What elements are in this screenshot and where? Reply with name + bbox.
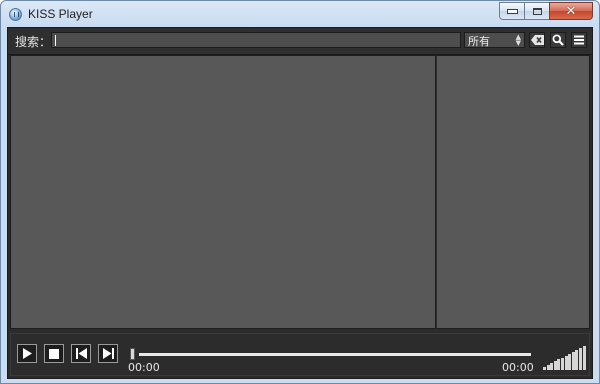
next-button[interactable] [98,344,118,363]
volume-bar [575,349,579,370]
volume-bar [571,351,575,370]
previous-button[interactable] [71,344,91,363]
video-display-panel[interactable] [10,55,436,329]
volume-bar [579,348,582,370]
volume-bar [561,357,564,370]
next-icon [102,348,114,359]
menu-button[interactable] [571,32,587,48]
volume-bar [546,365,550,370]
player-client-area: 搜索： 所有 ▲ ▼ 00:00 00:00 [7,27,593,379]
window-title: KISS Player [28,7,93,21]
close-icon: ✕ [565,3,577,19]
playback-controls: 00:00 00:00 [10,333,590,376]
volume-control[interactable] [541,334,587,376]
clear-search-button[interactable] [529,32,545,48]
app-logo-icon [9,8,22,21]
seek-handle[interactable] [130,348,135,360]
maximize-icon [532,7,542,15]
window-controls: ✕ [499,2,593,22]
volume-bar [550,363,554,370]
play-button[interactable] [17,344,37,363]
search-label: 搜索： [15,35,52,49]
minimize-button[interactable] [499,2,525,20]
search-icon [552,34,564,46]
maximize-button[interactable] [524,2,550,20]
current-time: 00:00 [128,361,160,374]
clear-backspace-icon [530,35,544,45]
seek-bar[interactable] [139,353,531,356]
volume-bar [543,367,546,370]
playlist-panel[interactable] [436,55,590,329]
minimize-icon [506,8,518,14]
stop-icon [49,348,59,359]
volume-bar [557,359,561,370]
volume-bars-icon [541,334,587,376]
search-button[interactable] [550,32,566,48]
search-input[interactable] [51,32,461,48]
previous-icon [75,348,87,359]
search-bar: 搜索： 所有 ▲ ▼ [8,28,592,55]
title-bar[interactable]: KISS Player ✕ [1,1,599,27]
play-icon [23,348,32,359]
app-window: KISS Player ✕ 搜索： 所有 ▲ ▼ 00:00 00:00 [0,0,600,384]
volume-bar [564,355,568,370]
stop-button[interactable] [44,344,64,363]
menu-icon [574,35,584,45]
close-button[interactable]: ✕ [549,2,593,20]
filter-select[interactable]: 所有 ▲ ▼ [464,32,525,48]
total-time: 00:00 [502,361,534,374]
filter-selected-value: 所有 [468,35,490,48]
text-caret [55,35,56,46]
volume-bar [582,346,586,370]
volume-bar [568,353,572,370]
volume-bar [553,361,557,370]
spinner-arrows-icon: ▲ ▼ [515,33,521,47]
